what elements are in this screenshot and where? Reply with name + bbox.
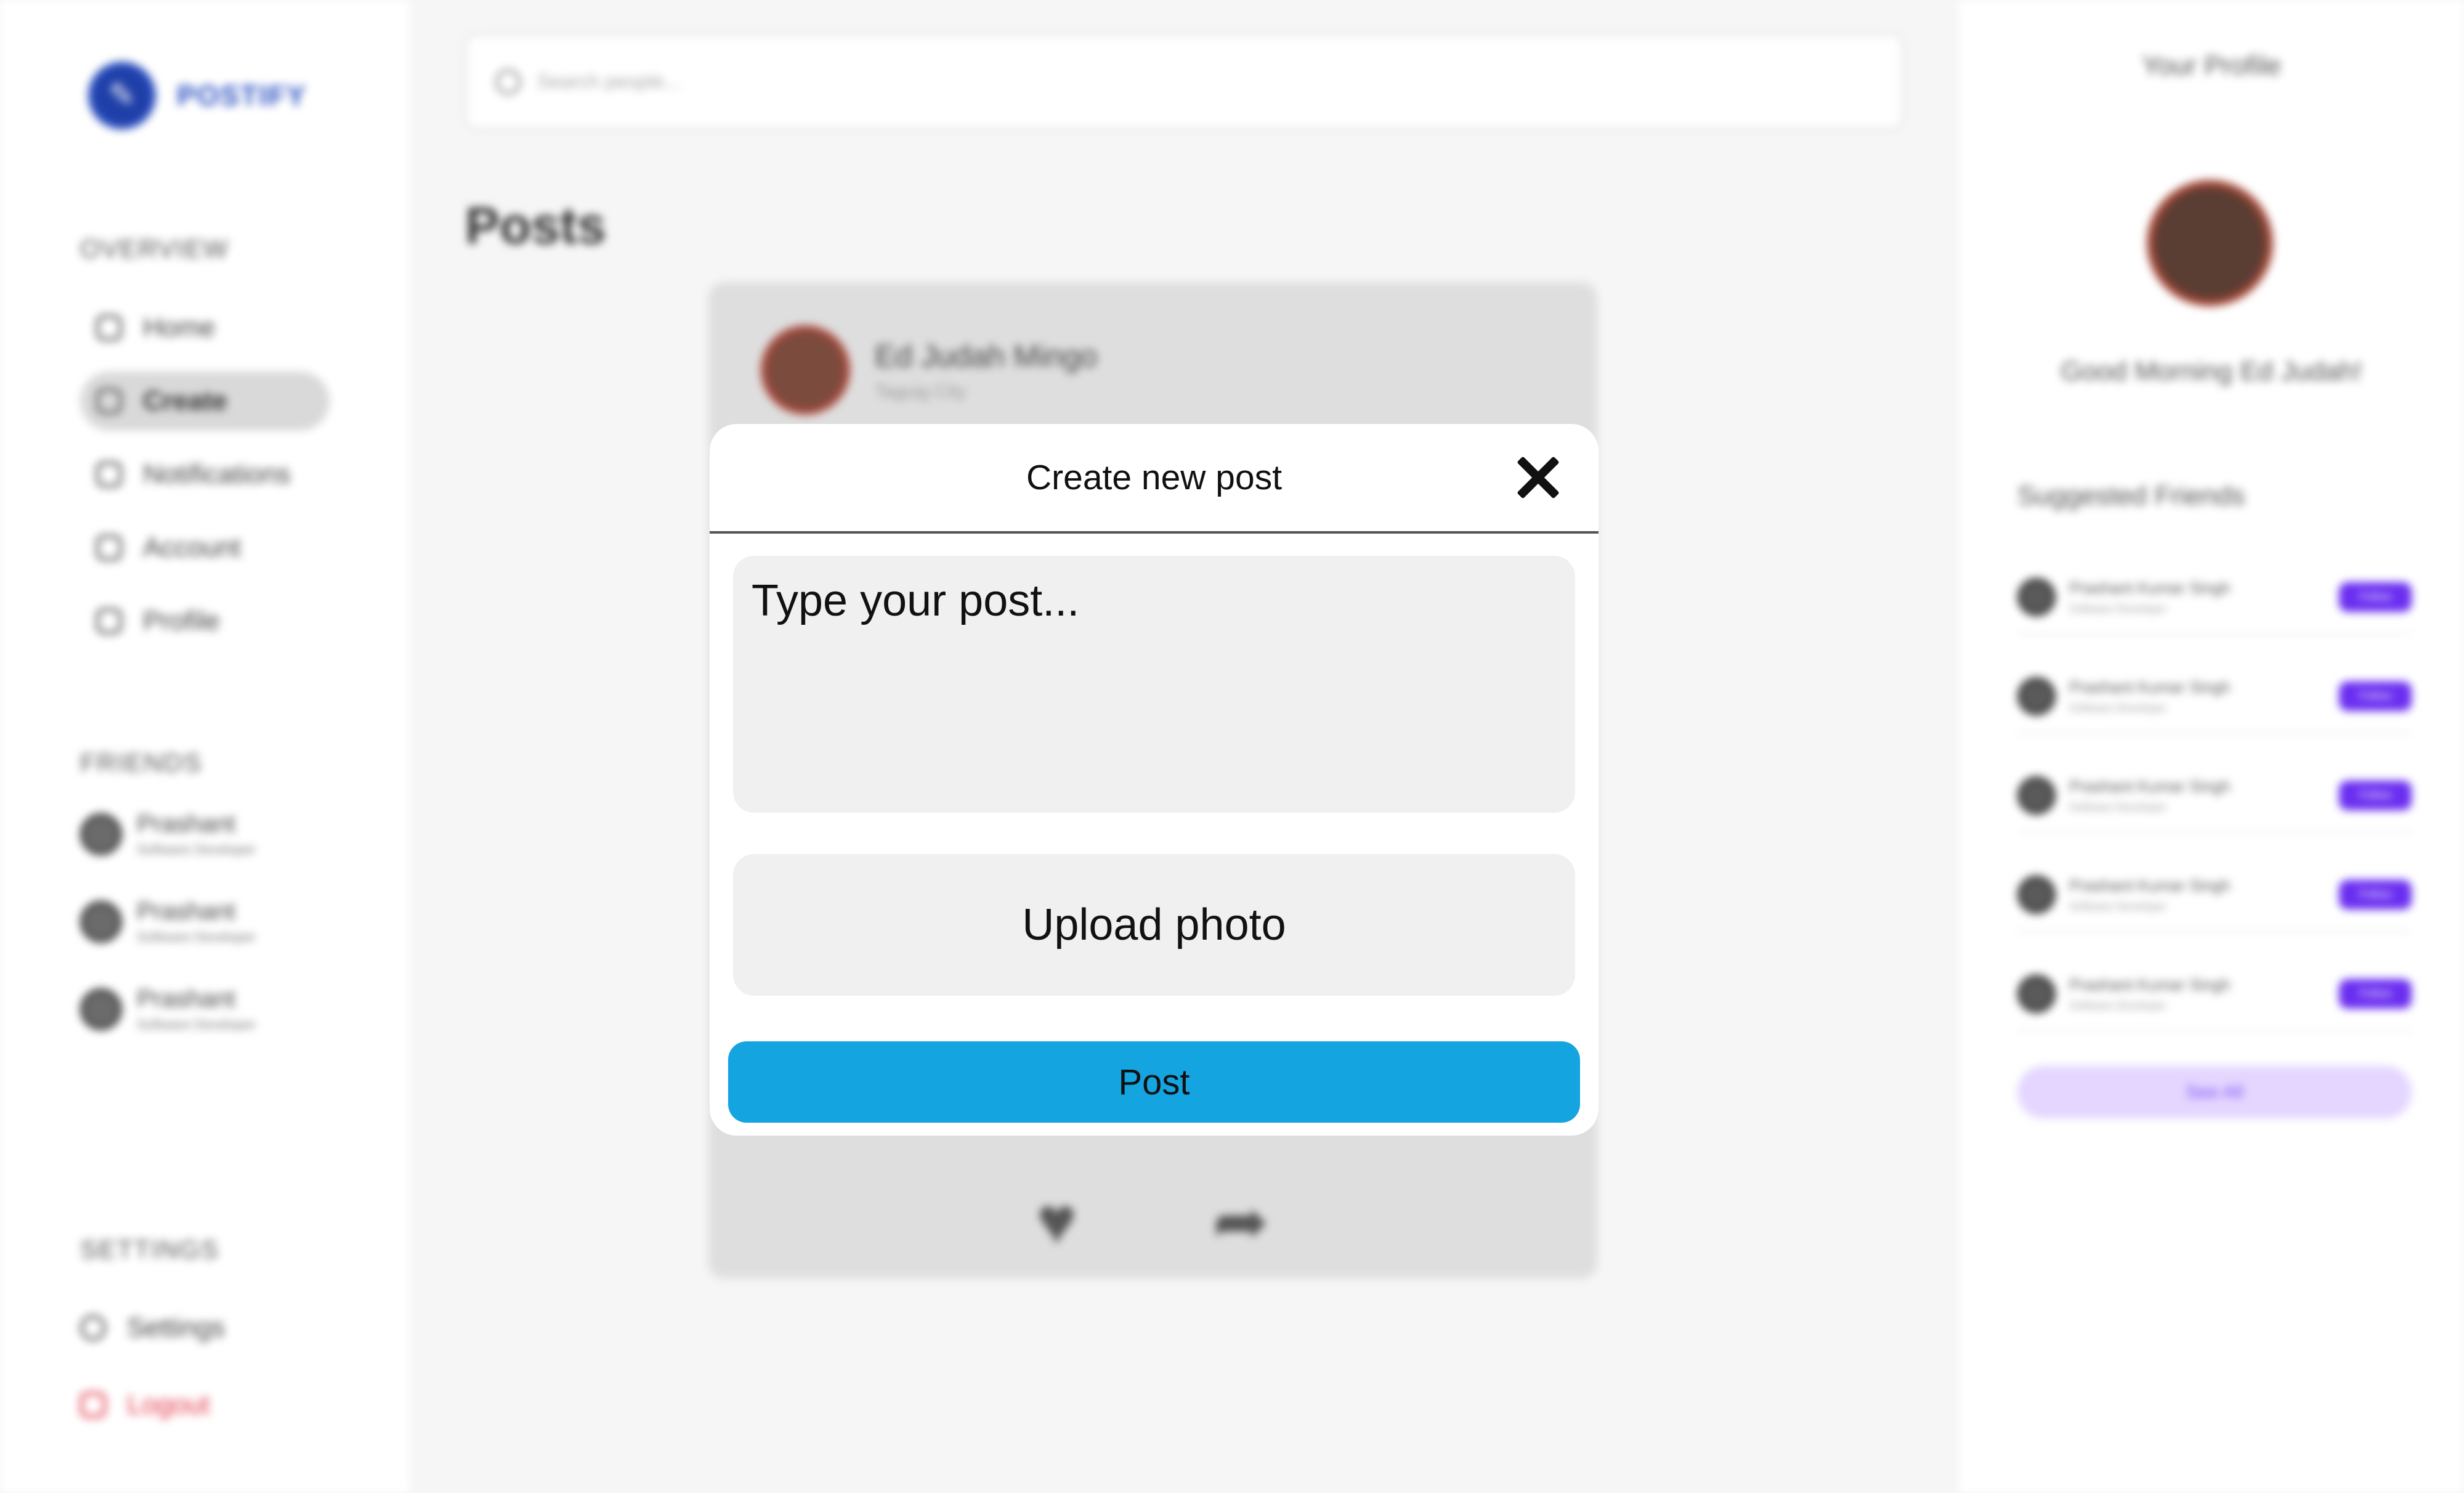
friend-item[interactable]: Prashant Software Developer [80,985,256,1033]
friends-section-title: FRIENDS [80,748,203,777]
friend-role: Software Developer [137,842,256,857]
sidebar-item-settings[interactable]: Settings [64,1298,314,1357]
suggested-role: Software Developer [2069,701,2167,714]
sidebar-item-label: Settings [127,1312,225,1343]
greeting: Good Morning Ed Judah! [2061,356,2362,386]
logout-label: Logout [127,1389,210,1420]
friend-item[interactable]: Prashant Software Developer [80,810,256,858]
bell-icon [96,462,122,487]
avatar [2017,875,2056,914]
avatar [2017,677,2056,715]
sidebar-item-notifications[interactable]: Notifications [80,445,330,504]
brand-name: POSTIFY [177,79,307,112]
close-icon[interactable] [1516,455,1560,500]
friend-name: Prashant [137,985,236,1012]
settings-section-title: SETTINGS [80,1235,220,1264]
search-icon [495,68,521,95]
heart-icon[interactable]: ♥ [1037,1182,1077,1261]
suggested-friends-title: Suggested Friends [2017,481,2245,511]
sidebar-item-label: Profile [143,606,220,636]
suggested-role: Software Developer [2069,800,2167,813]
profile-icon [96,608,122,634]
sidebar-item-profile[interactable]: Profile [80,592,330,651]
follow-button[interactable]: Follow [2339,978,2412,1009]
see-all-button[interactable]: See All [2017,1066,2412,1118]
follow-button[interactable]: Follow [2339,582,2412,612]
friend-name: Prashant [137,898,236,925]
brand[interactable]: ✎ POSTIFY [88,62,307,129]
suggested-role: Software Developer [2069,602,2167,615]
friend-role: Software Developer [137,929,256,945]
postify-logo-icon: ✎ [88,62,156,129]
suggested-friend-row: Prashant Kumar Singh Software Developer Fo… [2017,759,2412,833]
sidebar-item-account[interactable]: Account [80,518,330,577]
modal-title: Create new post [1026,458,1283,497]
avatar [2017,776,2056,815]
post-button[interactable]: Post [728,1041,1580,1123]
follow-button[interactable]: Follow [2339,780,2412,810]
overview-section-title: OVERVIEW [80,234,229,263]
post-author[interactable]: Ed Judah Mingo Taguig City [761,325,1097,415]
search-placeholder: Search people... [537,70,681,92]
post-author-name: Ed Judah Mingo [875,338,1098,373]
page-title: Posts [465,197,606,254]
create-icon [96,388,122,414]
sidebar-item-create[interactable]: Create [80,372,330,431]
user-icon [96,535,122,561]
upload-photo-button[interactable]: Upload photo [733,854,1575,996]
friend-item[interactable]: Prashant Software Developer [80,898,256,945]
home-icon [96,315,122,341]
profile-title: Your Profile [2142,51,2281,81]
suggested-friend-row: Prashant Kumar Singh Software Developer Fo… [2017,858,2412,932]
sidebar-item-label: Home [143,312,216,343]
suggested-role: Software Developer [2069,900,2167,913]
avatar [2017,577,2056,616]
suggested-name: Prashant Kumar Singh [2069,578,2231,597]
logout-icon [80,1392,106,1418]
follow-button[interactable]: Follow [2339,879,2412,909]
avatar [80,900,122,943]
friend-role: Software Developer [137,1017,256,1032]
create-post-modal: Create new post Upload photo Post [710,424,1599,1136]
suggested-role: Software Developer [2069,999,2167,1012]
search-bar[interactable]: Search people... [465,34,1903,129]
friend-name: Prashant [137,810,236,837]
suggested-name: Prashant Kumar Singh [2069,975,2231,994]
suggested-friend-row: Prashant Kumar Singh Software Developer Fo… [2017,561,2412,635]
avatar [80,988,122,1030]
sidebar-item-label: Create [143,386,227,416]
gear-icon [80,1315,106,1341]
post-text-input[interactable] [733,556,1575,813]
modal-header: Create new post [710,424,1599,534]
sidebar-item-home[interactable]: Home [80,298,330,357]
avatar[interactable] [2147,180,2273,306]
post-location: Taguig City [875,381,967,402]
avatar [761,325,850,415]
suggested-name: Prashant Kumar Singh [2069,677,2231,696]
follow-button[interactable]: Follow [2339,681,2412,711]
post-actions: ♥ ➦ [708,1182,1597,1261]
sidebar: ✎ POSTIFY OVERVIEW Home Create Notificat… [0,0,410,1493]
sidebar-item-label: Notifications [143,459,291,489]
suggested-name: Prashant Kumar Singh [2069,876,2231,895]
suggested-friend-row: Prashant Kumar Singh Software Developer Fo… [2017,958,2412,1031]
suggested-friend-row: Prashant Kumar Singh Software Developer Fo… [2017,660,2412,734]
share-icon[interactable]: ➦ [1212,1182,1269,1261]
avatar [80,813,122,855]
suggested-name: Prashant Kumar Singh [2069,776,2231,795]
logout-button[interactable]: Logout [64,1375,314,1434]
avatar [2017,974,2056,1013]
profile-panel: Your Profile Good Morning Ed Judah! Sugg… [1959,0,2464,1493]
sidebar-item-label: Account [143,532,241,563]
